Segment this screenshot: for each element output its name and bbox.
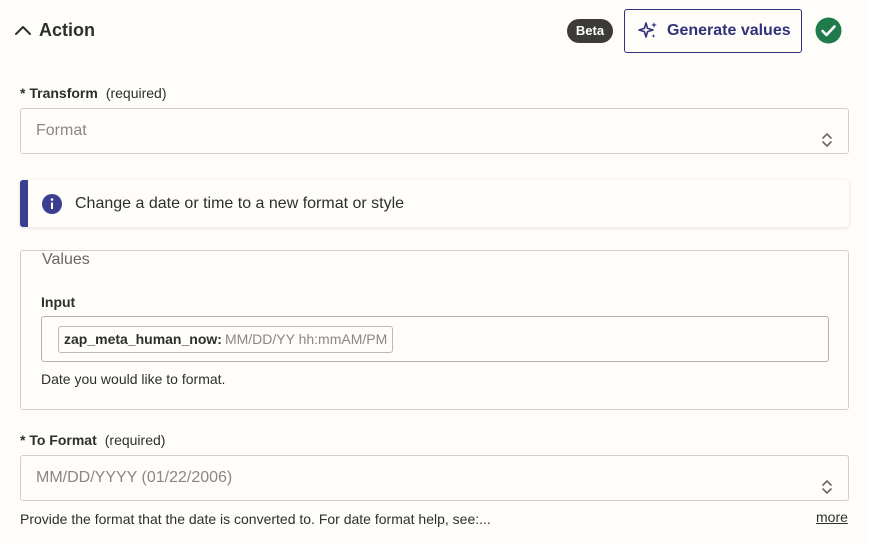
- more-link[interactable]: more: [816, 509, 848, 525]
- to-format-helper: Provide the format that the date is conv…: [20, 511, 491, 527]
- chevron-up-icon[interactable]: [13, 22, 33, 40]
- info-box: Change a date or time to a new format or…: [20, 180, 849, 227]
- info-icon: [42, 193, 62, 214]
- to-format-select[interactable]: MM/DD/YYYY (01/22/2006): [20, 455, 849, 501]
- action-header: Action Beta Generate values: [0, 0, 870, 62]
- input-field[interactable]: zap_meta_human_now: MM/DD/YY hh:mmAM/PM: [41, 316, 829, 362]
- chevron-up-down-icon: [820, 470, 834, 514]
- input-helper: Date you would like to format.: [41, 371, 226, 387]
- to-format-label-text: * To Format: [20, 432, 97, 448]
- sparkle-icon: [638, 22, 657, 38]
- token-key: zap_meta_human_now:: [64, 331, 222, 347]
- info-text: Change a date or time to a new format or…: [75, 194, 405, 212]
- to-format-select-value: MM/DD/YYYY (01/22/2006): [36, 469, 233, 486]
- chevron-up-down-icon: [820, 123, 834, 167]
- section-title: Action: [39, 20, 95, 40]
- input-label: Input: [41, 294, 76, 310]
- token-value: MM/DD/YY hh:mmAM/PM: [224, 331, 388, 347]
- to-format-label: * To Format (required): [20, 432, 165, 448]
- beta-badge: Beta: [567, 19, 613, 43]
- transform-label: * Transform (required): [20, 85, 167, 101]
- transform-select-value: Format: [36, 122, 87, 139]
- transform-select[interactable]: Format: [20, 108, 849, 154]
- values-legend: Values: [36, 251, 96, 269]
- to-format-required: (required): [104, 432, 166, 448]
- transform-label-text: * Transform: [20, 85, 98, 101]
- field-token-pill[interactable]: zap_meta_human_now: MM/DD/YY hh:mmAM/PM: [58, 326, 394, 353]
- generate-values-button[interactable]: Generate values: [624, 9, 802, 53]
- check-circle-icon: [815, 17, 842, 44]
- transform-required: (required): [105, 85, 167, 101]
- generate-values-label: Generate values: [667, 22, 791, 39]
